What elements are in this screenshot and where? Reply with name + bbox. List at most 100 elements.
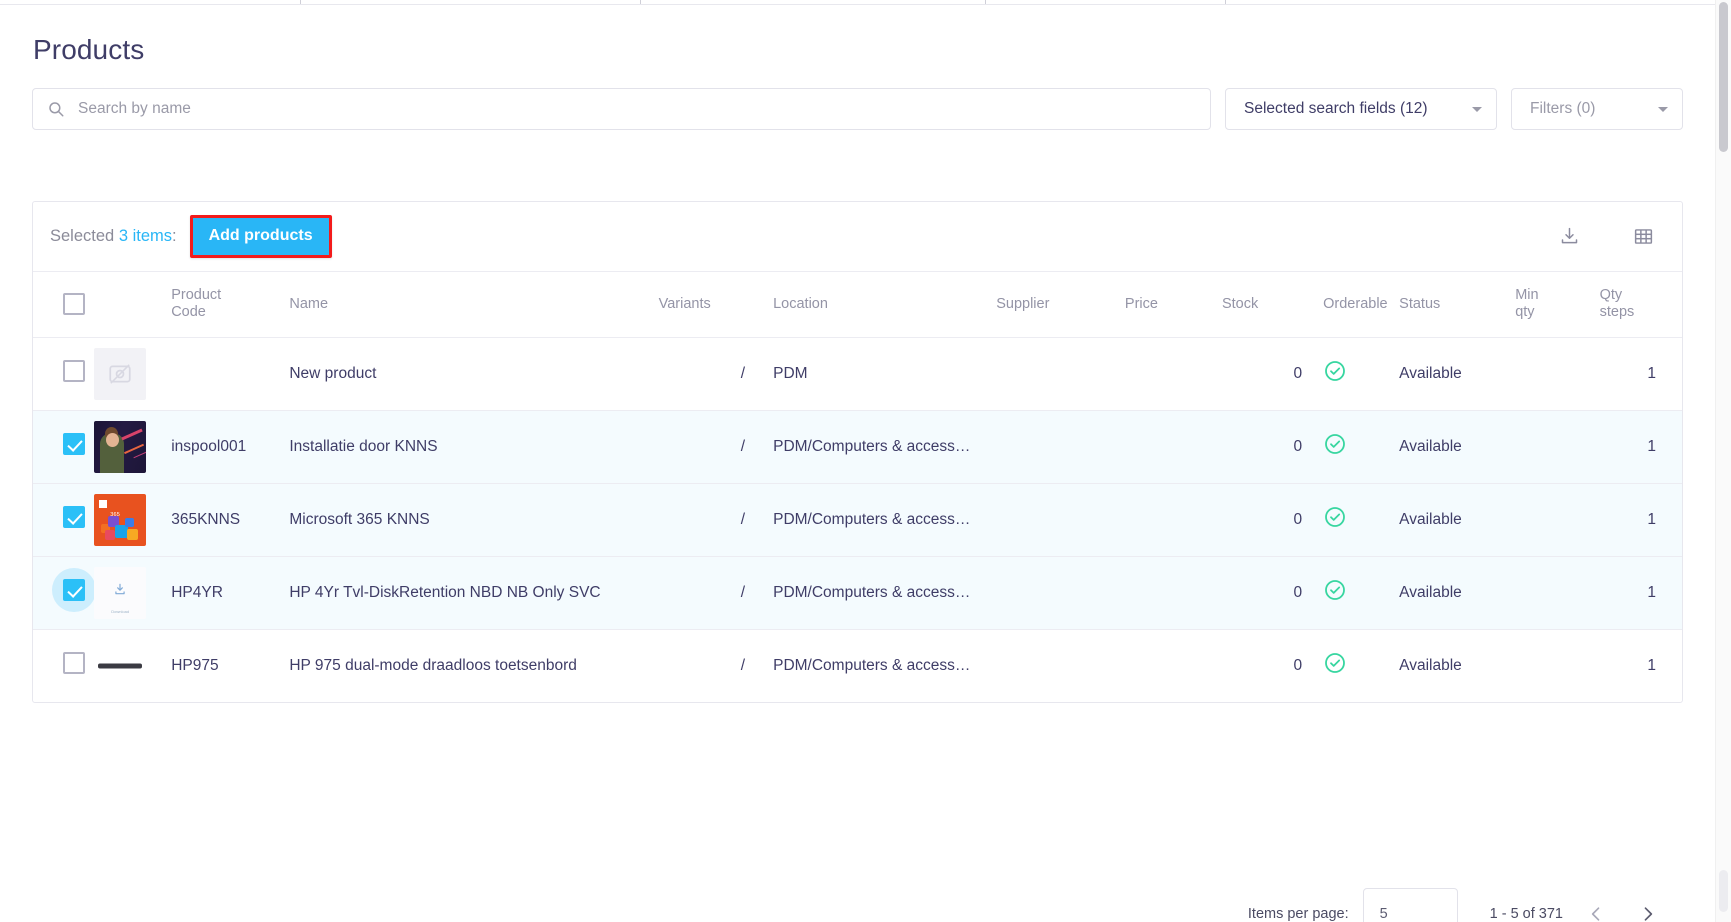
variants-cell: / [658,483,746,557]
price-cell [1124,556,1222,630]
table-columns-icon[interactable] [1626,220,1660,254]
row-select-cell[interactable] [33,630,94,703]
image-header [94,272,172,338]
page-title: Products [33,34,145,65]
product-image-placeholder [94,348,147,400]
qty-steps-cell: 1 [1599,483,1682,557]
min-qty-cell [1515,556,1600,630]
column-header-supplier[interactable]: Supplier [996,272,1125,338]
product-thumbnail: Microsoft 365 [94,494,147,546]
price-cell [1124,483,1222,557]
selection-suffix: : [172,227,177,245]
scrollbar-thumb[interactable] [1719,2,1728,152]
row-checkbox-wrap[interactable] [63,505,85,528]
min-qty-cell [1515,483,1600,557]
chevron-left-icon[interactable] [1577,895,1615,922]
stock-cell: 0 [1293,657,1303,674]
items-per-page-select[interactable]: 5 [1362,888,1458,922]
page-scrollbar[interactable] [1715,0,1731,922]
table-body: New product / PDM 0 Available 1 inspool001 Inst… [33,337,1682,703]
product-image-cell: Download [94,556,172,630]
product-code-cell: HP975 [171,657,219,674]
column-header-price[interactable]: Price [1124,272,1222,338]
column-header-name[interactable]: Name [289,272,659,338]
column-header-min-qty[interactable]: Min qty [1515,272,1600,338]
select-all-checkbox[interactable] [63,293,85,315]
location-cell: PDM/Computers & access… [745,483,997,557]
product-thumbnail: Download [94,567,147,619]
row-checkbox-wrap[interactable] [63,651,85,674]
stock-cell: 0 [1221,337,1303,411]
row-select-cell[interactable] [33,483,95,557]
qty-steps-line1: Qty [1599,287,1623,303]
chevron-right-icon[interactable] [1629,895,1667,922]
row-checkbox-wrap[interactable] [63,359,85,382]
column-header-stock[interactable]: Stock [1221,272,1303,338]
product-image-cell [94,410,172,484]
product-code-line1: Product [171,287,222,303]
row-checkbox[interactable] [63,359,85,382]
product-image-cell [94,337,172,411]
search-input[interactable] [78,100,1196,118]
table-row[interactable]: New product / PDM 0 Available 1 [33,337,1682,411]
column-header-status[interactable]: Status [1399,272,1516,338]
qty-steps-cell: 1 [1647,657,1656,674]
qty-steps-cell: 1 [1599,337,1682,411]
supplier-cell [996,483,1125,557]
table-row[interactable]: Download HP4YR HP 4Yr Tvl-DiskRetention NB… [33,556,1682,630]
row-checkbox[interactable] [63,432,85,455]
check-circle-icon [1323,505,1347,529]
filters-dropdown[interactable]: Filters (0) [1511,88,1683,130]
table-row[interactable]: inspool001 Installatie door KNNS / PDM/Comp… [33,410,1682,484]
row-checkbox-wrap[interactable] [63,432,85,455]
table-row[interactable]: HP975 HP 975 dual-mode draadloos toetsenb… [33,630,1682,703]
product-name-cell: New product [289,337,659,411]
selection-count: 3 items [118,227,172,245]
chevron-down-icon [1472,106,1482,112]
table-row[interactable]: Microsoft 365 365KNNSMicrosoft 365 KNNS/P… [33,483,1682,557]
selected-search-fields-dropdown[interactable]: Selected search fields (12) [1225,88,1497,130]
orderable-cell [1302,630,1399,703]
items-per-page-label: Items per page: [1247,906,1349,922]
add-products-button[interactable]: Add products [189,215,332,258]
column-header-qty-steps[interactable]: Qty steps [1599,272,1682,338]
product-code-cell: HP4YR [171,556,290,630]
column-header-variants[interactable]: Variants [658,272,746,338]
table-toolbar: Selected 3 items: Add products [33,202,1682,272]
select-all-header [33,272,95,338]
column-header-location[interactable]: Location [745,272,997,338]
row-checkbox[interactable] [63,651,85,674]
product-code-line2: Code [171,304,206,320]
row-select-cell[interactable] [33,410,95,484]
orderable-cell [1302,556,1400,630]
product-name-cell: Microsoft 365 KNNS [289,483,659,557]
scrollbar-track-bottom[interactable] [1719,870,1728,912]
min-qty-cell [1515,410,1600,484]
column-header-orderable[interactable]: Orderable [1302,272,1400,338]
row-checkbox[interactable] [63,578,85,601]
search-icon [47,100,65,118]
orderable-cell [1302,483,1400,557]
column-header-product-code[interactable]: Product Code [171,272,290,338]
qty-steps-cell: 1 [1599,556,1682,630]
search-box[interactable] [32,88,1211,130]
row-checkbox[interactable] [63,505,85,528]
products-table: Product Code Name Variants Location Supp… [33,272,1682,702]
search-row: Selected search fields (12) Filters (0) [32,88,1683,130]
product-name-cell: HP 4Yr Tvl-DiskRetention NBD NB Only SVC [289,556,659,630]
location-cell: PDM/Computers & access… [745,410,997,484]
supplier-cell [996,556,1125,630]
check-circle-icon [1323,578,1347,602]
variants-cell: / [658,556,746,630]
check-circle-icon [1323,432,1347,456]
selected-search-fields-label: Selected search fields (12) [1244,100,1428,117]
min-qty-cell [1515,630,1599,703]
selection-prefix: Selected [50,227,115,245]
product-code-cell [171,337,290,411]
stock-cell: 0 [1221,483,1303,557]
download-icon[interactable] [1552,220,1586,254]
row-select-cell[interactable] [33,337,95,411]
row-select-cell[interactable] [33,556,95,630]
row-checkbox-wrap[interactable] [63,578,85,601]
paginator: Items per page: 5 1 - 5 of 371 [1248,888,1667,922]
